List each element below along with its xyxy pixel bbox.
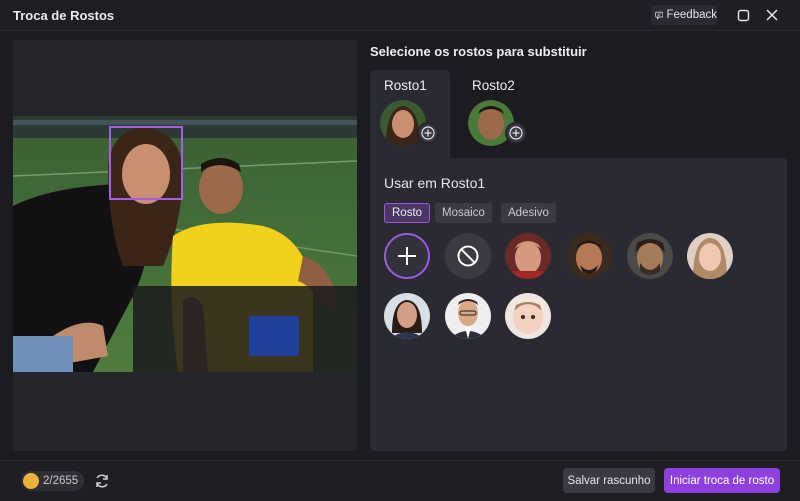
add-face-button[interactable] [384,233,430,279]
face-option-image [687,233,733,279]
no-face-button[interactable] [445,233,491,279]
chip-rosto[interactable]: Rosto [384,203,431,223]
face-option-5[interactable] [384,293,430,339]
face-option-image [505,293,551,339]
face-option-image [505,233,551,279]
refresh-icon [96,474,108,488]
plus-circle-icon [509,126,523,140]
close-icon [766,9,778,21]
face-option-3[interactable] [627,233,673,279]
tab-label: Rosto1 [384,78,427,93]
replacement-panel: Usar em Rosto1 Rosto Mosaico Adesivo [370,158,787,451]
tab-rosto1[interactable]: Rosto1 [370,70,450,158]
start-face-swap-button[interactable]: Iniciar troca de rosto [664,468,780,493]
window-title: Troca de Rostos [13,8,115,23]
feedback-button[interactable]: Feedback [651,5,717,25]
preview-photo [13,116,357,372]
face-option-image [445,293,491,339]
add-face-1-button[interactable] [417,122,439,144]
preview-panel [13,40,357,451]
title-bar: Troca de Rostos Feedback [0,0,800,31]
close-button[interactable] [763,6,781,24]
face-option-image [627,233,673,279]
add-face-2-button[interactable] [505,122,527,144]
bottom-bar: 2/2655 Salvar rascunho Iniciar troca de … [0,460,800,501]
selection-heading: Selecione os rostos para substituir [370,44,587,59]
plus-icon [398,247,416,265]
credits-count: 2/2655 [43,475,79,487]
face-option-image [384,293,430,339]
prohibited-icon [457,245,479,267]
save-draft-button[interactable]: Salvar rascunho [563,468,655,493]
use-on-face-label: Usar em Rosto1 [384,175,486,191]
credits-badge: 2/2655 [21,471,85,491]
tab-rosto2[interactable]: Rosto2 [458,70,538,158]
detected-face-box[interactable] [109,126,183,200]
chip-mosaico[interactable]: Mosaico [435,203,492,223]
refresh-button[interactable] [94,473,110,494]
coin-icon [23,473,39,489]
preview-image [13,116,357,372]
face-option-1[interactable] [505,233,551,279]
feedback-icon [655,11,664,20]
maximize-button[interactable] [734,6,752,24]
face-option-2[interactable] [566,233,612,279]
feedback-label: Feedback [666,9,717,21]
maximize-icon [737,9,749,21]
face-option-6[interactable] [445,293,491,339]
face-option-4[interactable] [687,233,733,279]
chip-adesivo[interactable]: Adesivo [501,203,556,223]
plus-circle-icon [421,126,435,140]
face-option-image [566,233,612,279]
tab-label: Rosto2 [472,78,515,93]
face-option-7[interactable] [505,293,551,339]
